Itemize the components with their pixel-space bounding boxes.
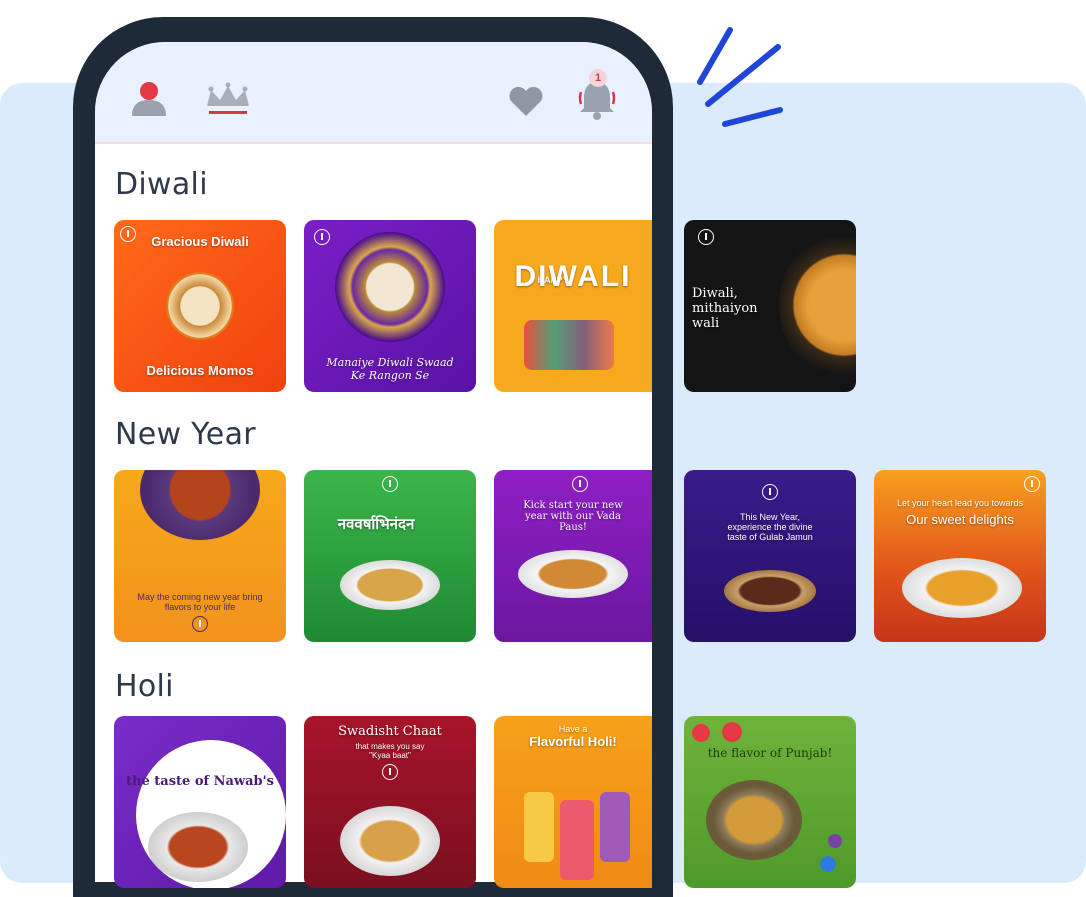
template-card[interactable]: May the coming new year bring flavors to… (114, 470, 286, 642)
card-caption: Delicious Momos (146, 363, 254, 378)
template-card[interactable]: HAPPY DIWALI (494, 220, 652, 392)
template-card[interactable]: the flavor of Punjab! (684, 716, 856, 888)
color-powder (828, 834, 842, 848)
card-caption: that makes you say "Kyaa baat" (355, 742, 425, 760)
color-powder (722, 722, 742, 742)
card-caption: Manaiye Diwali Swaad Ke Rangon Se (326, 356, 454, 382)
food-image (779, 230, 856, 380)
brand-logo-icon (382, 476, 398, 492)
brand-logo-icon (1024, 476, 1040, 492)
brand-logo-icon (314, 229, 330, 245)
template-card[interactable]: Swadisht Chaat that makes you say "Kyaa … (304, 716, 476, 888)
template-card[interactable]: नववर्षाभिनंदन (304, 470, 476, 642)
card-caption: Our sweet delights (906, 512, 1014, 527)
card-caption: Kick start your new year with our Vada P… (523, 500, 623, 533)
card-caption: Diwali, mithaiyon wali (692, 286, 758, 331)
food-image (518, 550, 628, 598)
card-caption: Let your heart lead you towards (896, 498, 1024, 508)
template-card[interactable]: the taste of Nawab's (114, 716, 286, 888)
brand-logo-icon (572, 476, 588, 492)
card-caption: May the coming new year bring flavors to… (137, 592, 263, 612)
top-bar: 1 (95, 42, 652, 144)
brand-logo-icon (762, 484, 778, 500)
card-caption: Swadisht Chaat (338, 724, 442, 739)
card-caption: Flavorful Holi! (529, 734, 617, 749)
brand-logo-icon (192, 616, 208, 632)
food-image (902, 558, 1022, 618)
template-card[interactable]: Diwali, mithaiyon wali (684, 220, 856, 392)
template-card[interactable]: Kick start your new year with our Vada P… (494, 470, 652, 642)
section-title-diwali: Diwali (115, 167, 208, 202)
card-caption: Have a (558, 724, 588, 734)
food-image (140, 470, 260, 540)
user-icon[interactable] (130, 80, 168, 116)
template-card[interactable]: Gracious Diwali Delicious Momos (114, 220, 286, 392)
brand-logo-icon (382, 764, 398, 780)
template-card[interactable]: This New Year, experience the divine tas… (684, 470, 856, 642)
card-caption: DIWALI (514, 260, 632, 293)
food-image (724, 570, 816, 612)
template-card[interactable]: Manaiye Diwali Swaad Ke Rangon Se (304, 220, 476, 392)
food-image (706, 780, 802, 860)
sparkle-decoration (697, 27, 783, 127)
color-powder (692, 724, 710, 742)
card-caption: the taste of Nawab's (126, 774, 274, 789)
card-caption: नववर्षाभिनंदन (337, 516, 415, 533)
template-card[interactable]: Let your heart lead you towards Our swee… (874, 470, 1046, 642)
section-title-holi: Holi (115, 669, 174, 704)
drink-image (524, 792, 554, 862)
heart-icon[interactable] (508, 85, 544, 117)
card-caption: This New Year, experience the divine tas… (727, 512, 813, 542)
card-caption: Gracious Diwali (151, 234, 249, 249)
drink-image (600, 792, 630, 862)
food-image (340, 560, 440, 610)
food-image (335, 232, 445, 342)
color-powder (820, 856, 836, 872)
template-card[interactable]: Have a Flavorful Holi! (494, 716, 652, 888)
food-image (166, 272, 234, 340)
food-image (340, 806, 440, 876)
brand-logo-icon (698, 229, 714, 245)
drink-image (560, 800, 594, 880)
crown-icon[interactable] (203, 82, 253, 116)
section-title-new-year: New Year (115, 417, 256, 452)
decoration-image (524, 320, 614, 370)
card-caption: the flavor of Punjab! (707, 746, 833, 760)
notification-badge: 1 (589, 69, 607, 87)
